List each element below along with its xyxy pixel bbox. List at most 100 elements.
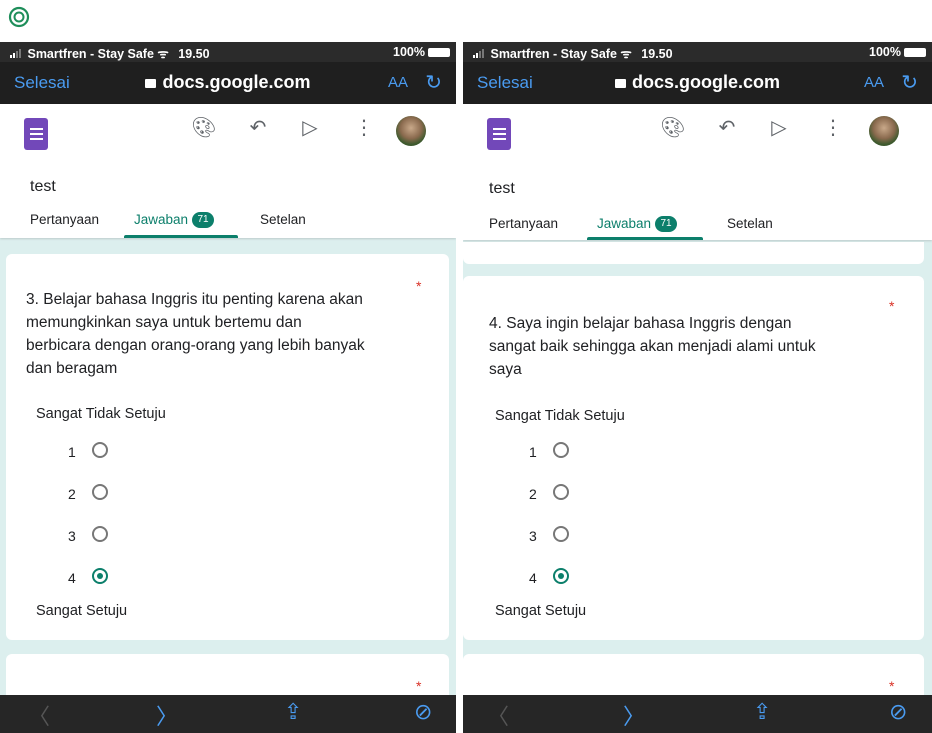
radio-button-selected[interactable] <box>92 568 108 584</box>
tab-responses[interactable]: Jawaban 71 <box>134 212 215 229</box>
option-number: 1 <box>68 444 76 460</box>
radio-button[interactable] <box>553 526 569 542</box>
battery-icon <box>904 48 926 58</box>
status-bar: Smartfren - Stay Safe ᯤ 19.50 100% <box>0 42 456 62</box>
radio-button[interactable] <box>553 484 569 500</box>
compass-icon[interactable]: ⊘ <box>889 699 907 725</box>
avatar[interactable] <box>396 116 426 146</box>
tab-settings[interactable]: Setelan <box>260 212 306 227</box>
question-card: * 4. Saya ingin belajar bahasa Inggris d… <box>463 276 924 640</box>
share-icon[interactable]: ⇪ <box>753 699 771 725</box>
send-icon[interactable]: ▷ <box>765 114 793 142</box>
question-text: 3. Belajar bahasa Inggris itu penting ka… <box>26 288 436 380</box>
option-number: 2 <box>529 486 537 502</box>
lock-icon <box>145 79 157 88</box>
question-line: saya <box>489 361 522 378</box>
wifi-icon: ᯤ <box>157 47 173 61</box>
battery-icon <box>428 48 450 58</box>
active-tab-indicator <box>587 237 703 240</box>
option-number: 3 <box>68 528 76 544</box>
scale-high-label: Sangat Setuju <box>36 603 128 619</box>
phone-screenshot-right: Smartfren - Stay Safe ᯤ 19.50 100% Seles… <box>463 42 932 733</box>
address-field[interactable]: docs.google.com <box>463 72 932 93</box>
option-number: 4 <box>529 570 537 586</box>
radio-button-selected[interactable] <box>553 568 569 584</box>
forms-app-bar: 🎨︎ ↶ ▷ ⋮ test Pertanyaan Jawaban 71 Setel… <box>463 104 932 240</box>
browser-url-bar: Selesai docs.google.com AA ↻ <box>0 62 456 104</box>
scale-high-label: Sangat Setuju <box>495 603 587 619</box>
undo-icon[interactable]: ↶ <box>244 114 272 142</box>
carrier-name: Smartfren - Stay Safe <box>27 47 154 61</box>
question-line: berbicara dengan orang-orang yang lebih … <box>26 337 365 354</box>
radio-button[interactable] <box>92 442 108 458</box>
clock: 19.50 <box>641 47 673 61</box>
question-text: 4. Saya ingin belajar bahasa Inggris den… <box>489 312 909 381</box>
browser-toolbar: 〈 〉 ⇪ ⊘ <box>463 695 932 733</box>
reload-icon[interactable]: ↻ <box>901 70 918 95</box>
status-bar: Smartfren - Stay Safe ᯤ 19.50 100% <box>463 42 932 62</box>
signal-icon <box>473 49 484 58</box>
url-text: docs.google.com <box>162 72 311 92</box>
more-vert-icon[interactable]: ⋮ <box>350 114 378 142</box>
tab-responses-label: Jawaban <box>597 216 652 231</box>
tab-responses[interactable]: Jawaban 71 <box>597 216 678 233</box>
radio-button[interactable] <box>92 526 108 542</box>
palette-icon[interactable]: 🎨︎ <box>659 114 687 142</box>
question-line: memungkinkan saya untuk bertemu dan <box>26 314 302 331</box>
active-tab-indicator <box>124 235 238 238</box>
undo-icon[interactable]: ↶ <box>713 114 741 142</box>
palette-icon[interactable]: 🎨︎ <box>190 114 218 142</box>
responses-count-badge: 71 <box>192 212 215 229</box>
form-title: test <box>489 180 515 197</box>
phone-screenshot-left: Smartfren - Stay Safe ᯤ 19.50 100% Seles… <box>0 42 456 733</box>
radio-button[interactable] <box>92 484 108 500</box>
reload-icon[interactable]: ↻ <box>425 70 442 95</box>
question-line: 3. Belajar bahasa Inggris itu penting ka… <box>26 291 363 308</box>
forms-logo-icon[interactable] <box>24 118 48 150</box>
compass-icon[interactable]: ⊘ <box>414 699 432 725</box>
scale-low-label: Sangat Tidak Setuju <box>36 406 166 422</box>
question-line: sangat baik sehingga akan menjadi alami … <box>489 338 816 355</box>
forward-icon[interactable]: 〉 <box>623 699 645 731</box>
signal-icon <box>10 49 21 58</box>
clock: 19.50 <box>178 47 210 61</box>
avatar[interactable] <box>869 116 899 146</box>
lock-icon <box>614 79 626 88</box>
wifi-icon: ᯤ <box>620 47 636 61</box>
send-icon[interactable]: ▷ <box>296 114 324 142</box>
required-asterisk: * <box>416 678 422 694</box>
forms-logo-icon[interactable] <box>487 118 511 150</box>
previous-card-bottom <box>463 242 924 264</box>
url-text: docs.google.com <box>631 72 781 92</box>
option-number: 2 <box>68 486 76 502</box>
circle-logo-icon <box>8 6 30 28</box>
option-number: 1 <box>529 444 537 460</box>
radio-button[interactable] <box>553 442 569 458</box>
carrier-name: Smartfren - Stay Safe <box>490 47 617 61</box>
text-size-button[interactable]: AA <box>388 74 408 91</box>
browser-url-bar: Selesai docs.google.com AA ↻ <box>463 62 932 104</box>
question-line: dan beragam <box>26 360 118 377</box>
tab-settings[interactable]: Setelan <box>727 216 773 231</box>
responses-count-badge: 71 <box>655 216 678 233</box>
option-number: 4 <box>68 570 76 586</box>
share-icon[interactable]: ⇪ <box>284 699 302 725</box>
browser-toolbar: 〈 〉 ⇪ ⊘ <box>0 695 456 733</box>
back-icon[interactable]: 〈 <box>487 699 509 731</box>
scale-low-label: Sangat Tidak Setuju <box>495 408 625 424</box>
tab-questions[interactable]: Pertanyaan <box>30 212 99 227</box>
more-vert-icon[interactable]: ⋮ <box>819 114 847 142</box>
tab-responses-label: Jawaban <box>134 212 189 227</box>
tab-questions[interactable]: Pertanyaan <box>489 216 558 231</box>
back-icon[interactable]: 〈 <box>28 699 50 731</box>
battery-percent: 100% <box>869 45 901 59</box>
form-title: test <box>30 178 56 195</box>
forward-icon[interactable]: 〉 <box>156 699 178 731</box>
option-number: 3 <box>529 528 537 544</box>
question-line: 4. Saya ingin belajar bahasa Inggris den… <box>489 315 792 332</box>
text-size-button[interactable]: AA <box>864 74 884 91</box>
question-card: * 3. Belajar bahasa Inggris itu penting … <box>6 254 449 640</box>
battery-percent: 100% <box>393 45 425 59</box>
forms-app-bar: 🎨︎ ↶ ▷ ⋮ test Pertanyaan Jawaban 71 Setel… <box>0 104 456 238</box>
required-asterisk: * <box>889 678 895 694</box>
